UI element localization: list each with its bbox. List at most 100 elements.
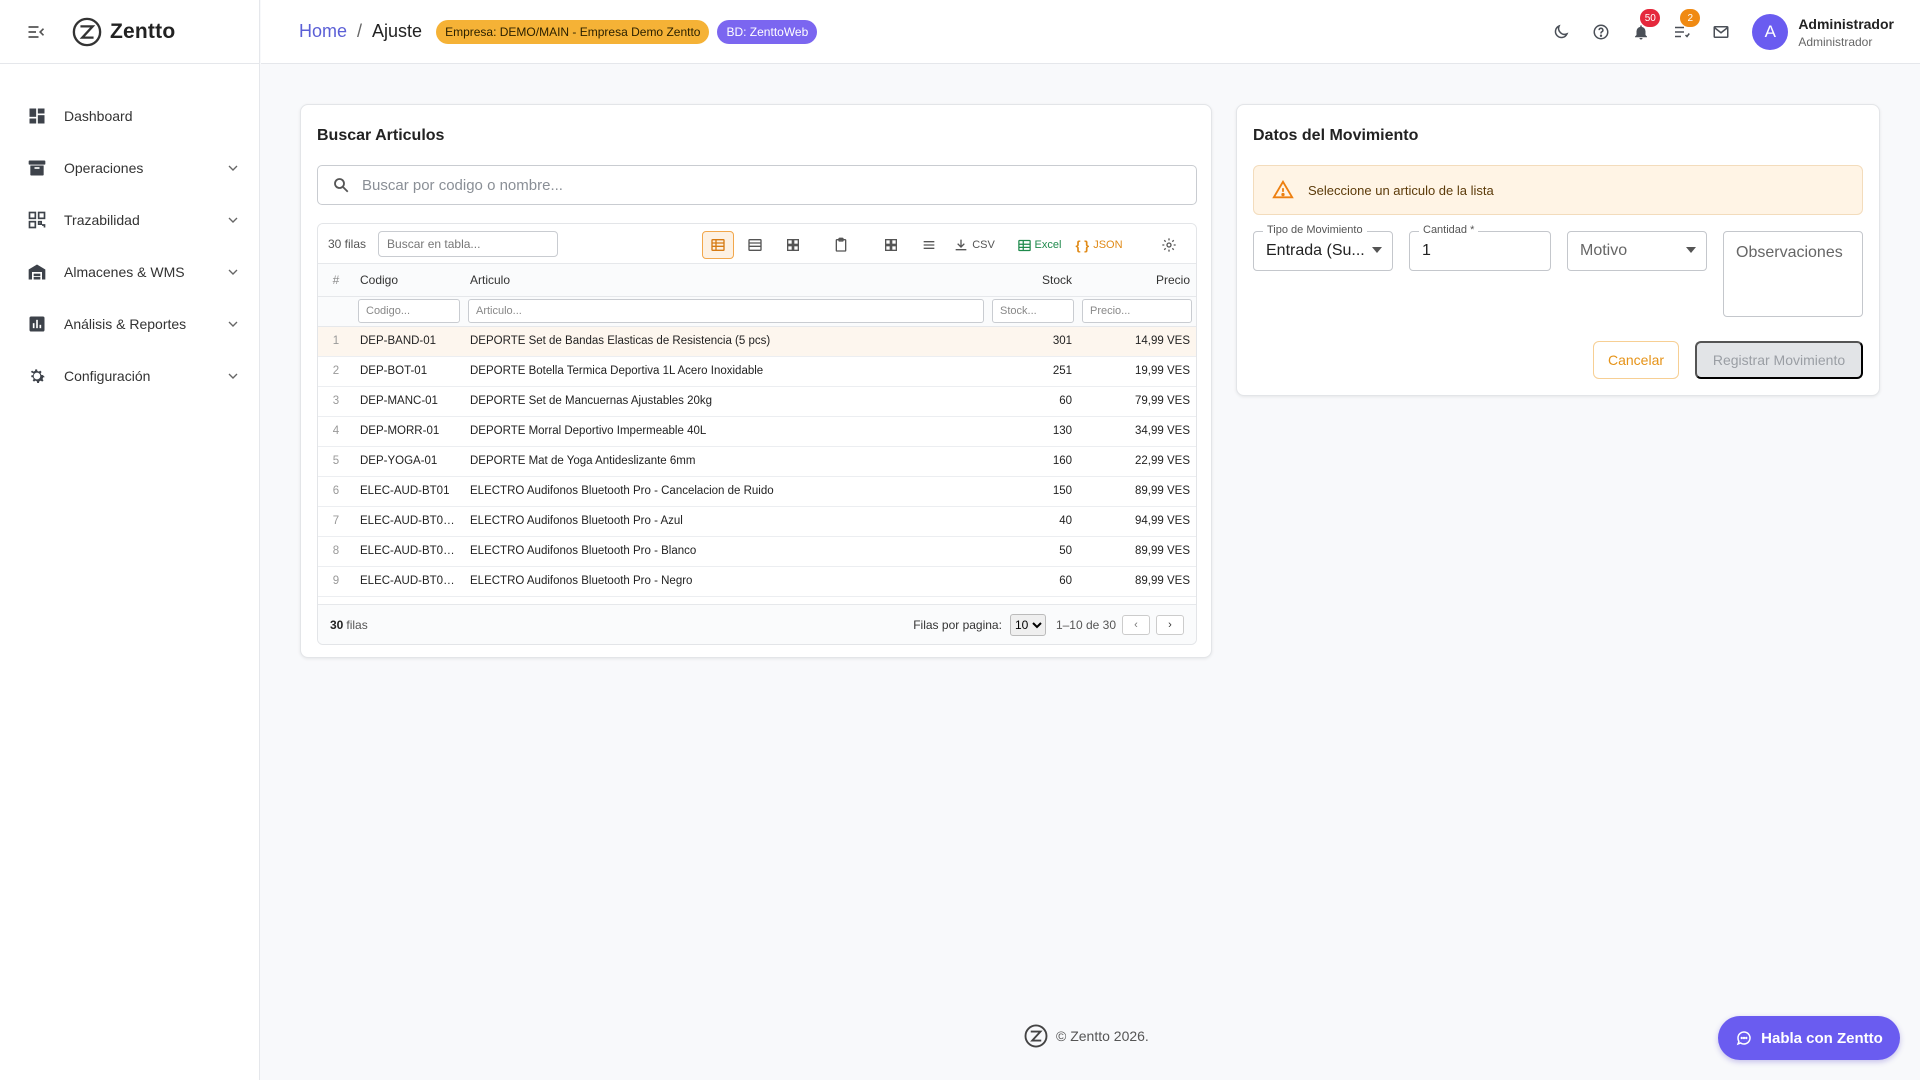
rows-per-page-label: Filas por pagina: <box>913 618 1002 632</box>
rows-per-page-select[interactable]: 10 <box>1009 614 1046 636</box>
row-index: 6 <box>318 476 354 507</box>
filter-precio-input[interactable] <box>1082 299 1192 323</box>
next-page-button[interactable]: › <box>1156 615 1184 635</box>
reason-select[interactable]: Motivo <box>1567 231 1707 271</box>
cell-codigo: DEP-BOT-01 <box>354 356 464 387</box>
dropdown-arrow-icon <box>1686 247 1696 253</box>
warning-icon <box>1272 179 1294 199</box>
sidebar-item-label: Almacenes & WMS <box>64 264 185 280</box>
sidebar: Zentto Dashboard Operaciones Trazabilida… <box>0 0 260 1080</box>
table-row[interactable]: 1 DEP-BAND-01 DEPORTE Set de Bandas Elasti… <box>318 326 1196 357</box>
user-info[interactable]: Administrador Administrador <box>1798 16 1894 49</box>
column-header-articulo[interactable]: Articulo <box>464 264 988 297</box>
movement-type-select[interactable]: Tipo de Movimiento Entrada (Su... <box>1253 224 1393 271</box>
chat-bubble-icon <box>1736 1031 1751 1046</box>
column-header-precio[interactable]: Precio <box>1078 264 1196 297</box>
search-articles-title: Buscar Articulos <box>317 127 445 144</box>
empresa-chip[interactable]: Empresa: DEMO/MAIN - Empresa Demo Zentto <box>436 19 710 44</box>
list-view-icon <box>748 239 762 251</box>
list-view-button[interactable] <box>740 231 770 259</box>
table-row[interactable]: 2 DEP-BOT-01 DEPORTE Botella Termica Depor… <box>318 356 1196 387</box>
article-search-input[interactable] <box>362 176 1182 194</box>
sidebar-item-operaciones[interactable]: Operaciones <box>0 142 259 194</box>
table-row[interactable]: 4 DEP-MORR-01 DEPORTE Morral Deportivo Imp… <box>318 416 1196 447</box>
quantity-field[interactable]: Cantidad * 1 <box>1409 224 1551 271</box>
register-movement-button[interactable]: Registrar Movimiento <box>1695 341 1863 379</box>
page-range: 1–10 de 30 <box>1055 618 1116 632</box>
cell-precio: 34,99 VES <box>1078 416 1196 447</box>
bar-chart-icon <box>26 313 48 335</box>
group-button[interactable] <box>876 231 906 259</box>
row-index: 7 <box>318 506 354 537</box>
page-title: Ajuste <box>372 21 423 41</box>
logo-icon <box>72 17 102 46</box>
avatar[interactable]: A <box>1752 14 1789 50</box>
row-index: 3 <box>318 386 354 417</box>
row-index: 4 <box>318 416 354 447</box>
column-header-codigo[interactable]: Codigo <box>354 264 464 297</box>
row-index: 9 <box>318 566 354 597</box>
topbar: Home / Ajuste Empresa: DEMO/MAIN - Empre… <box>261 0 1920 64</box>
cell-precio: 14,99 VES <box>1078 326 1196 357</box>
cell-stock: 150 <box>988 476 1078 507</box>
database-chip[interactable]: BD: ZenttoWeb <box>717 19 818 44</box>
observations-textarea[interactable]: Observaciones <box>1723 231 1863 317</box>
cell-precio: 94,99 VES <box>1078 506 1196 537</box>
sidebar-item-label: Análisis & Reportes <box>64 316 187 332</box>
cell-codigo: DEP-MANC-01 <box>354 386 464 417</box>
mail-icon[interactable] <box>1710 21 1732 43</box>
table-row[interactable]: 5 DEP-YOGA-01 DEPORTE Mat de Yoga Antidesl… <box>318 446 1196 477</box>
sidebar-item-trazabilidad[interactable]: Trazabilidad <box>0 194 259 246</box>
reason-placeholder: Motivo <box>1580 242 1628 259</box>
app-logo[interactable]: Zentto <box>72 17 175 47</box>
grid-footer: 30 filas Filas por pagina: 10 1–10 de 30… <box>318 604 1196 644</box>
sidebar-item-analisis[interactable]: Análisis & Reportes <box>0 298 259 350</box>
cancel-button[interactable]: Cancelar <box>1593 341 1679 379</box>
table-search-input[interactable] <box>378 230 559 257</box>
grid-settings-button[interactable] <box>1154 231 1184 259</box>
table-row[interactable]: 7 ELEC-AUD-BT01... ELECTRO Audifonos Bluet… <box>318 506 1196 537</box>
articles-table-body: 1 DEP-BAND-01 DEPORTE Set de Bandas Elasti… <box>318 326 1196 597</box>
sidebar-item-almacenes[interactable]: Almacenes & WMS <box>0 246 259 298</box>
export-csv-button[interactable]: CSV <box>950 231 998 259</box>
sidebar-item-label: Operaciones <box>64 160 144 176</box>
menu-collapse-icon[interactable] <box>26 21 48 43</box>
movement-type-label: Tipo de Movimiento <box>1263 224 1367 236</box>
filter-articulo-input[interactable] <box>468 299 984 323</box>
copy-button[interactable] <box>826 231 856 259</box>
gear-icon <box>26 365 48 387</box>
grid-toolbar: 30 filas CSV <box>318 224 1196 264</box>
qr-scan-icon <box>26 209 48 231</box>
density-button[interactable] <box>914 231 944 259</box>
help-icon[interactable] <box>1590 21 1612 43</box>
table-row[interactable]: 3 DEP-MANC-01 DEPORTE Set de Mancuernas Aj… <box>318 386 1196 417</box>
notifications-icon[interactable]: 50 <box>1630 9 1661 43</box>
sidebar-item-dashboard[interactable]: Dashboard <box>0 90 259 142</box>
search-icon <box>334 178 349 193</box>
row-index: 1 <box>318 326 354 357</box>
export-json-button[interactable]: { } JSON <box>1072 231 1126 259</box>
tasks-icon[interactable]: 2 <box>1670 9 1701 43</box>
filter-codigo-input[interactable] <box>358 299 460 323</box>
table-row[interactable]: 9 ELEC-AUD-BT01... ELECTRO Audifonos Bluet… <box>318 566 1196 597</box>
cell-precio: 89,99 VES <box>1078 476 1196 507</box>
breadcrumb-home[interactable]: Home <box>299 21 347 42</box>
column-header-stock[interactable]: Stock <box>988 264 1078 297</box>
table-row[interactable]: 8 ELEC-AUD-BT01... ELECTRO Audifonos Bluet… <box>318 536 1196 567</box>
table-row[interactable]: 6 ELEC-AUD-BT01 ELECTRO Audifonos Bluetoot… <box>318 476 1196 507</box>
card-view-button[interactable] <box>778 231 808 259</box>
quantity-label: Cantidad * <box>1419 224 1479 236</box>
filter-stock-input[interactable] <box>992 299 1074 323</box>
dark-mode-icon[interactable] <box>1550 21 1572 43</box>
pagination: Filas por pagina: 10 1–10 de 30 ‹ › <box>913 605 1184 644</box>
table-view-button[interactable] <box>702 231 734 259</box>
dropdown-arrow-icon <box>1372 247 1382 253</box>
chat-button[interactable]: Habla con Zentto <box>1718 1016 1900 1060</box>
sidebar-item-configuracion[interactable]: Configuración <box>0 350 259 402</box>
articles-grid: 30 filas CSV <box>317 223 1197 645</box>
previous-page-button[interactable]: ‹ <box>1122 615 1150 635</box>
export-excel-button[interactable]: Excel <box>1012 231 1066 259</box>
user-name: Administrador <box>1798 15 1894 32</box>
article-search-field[interactable] <box>317 165 1197 205</box>
table-icon <box>711 239 725 251</box>
